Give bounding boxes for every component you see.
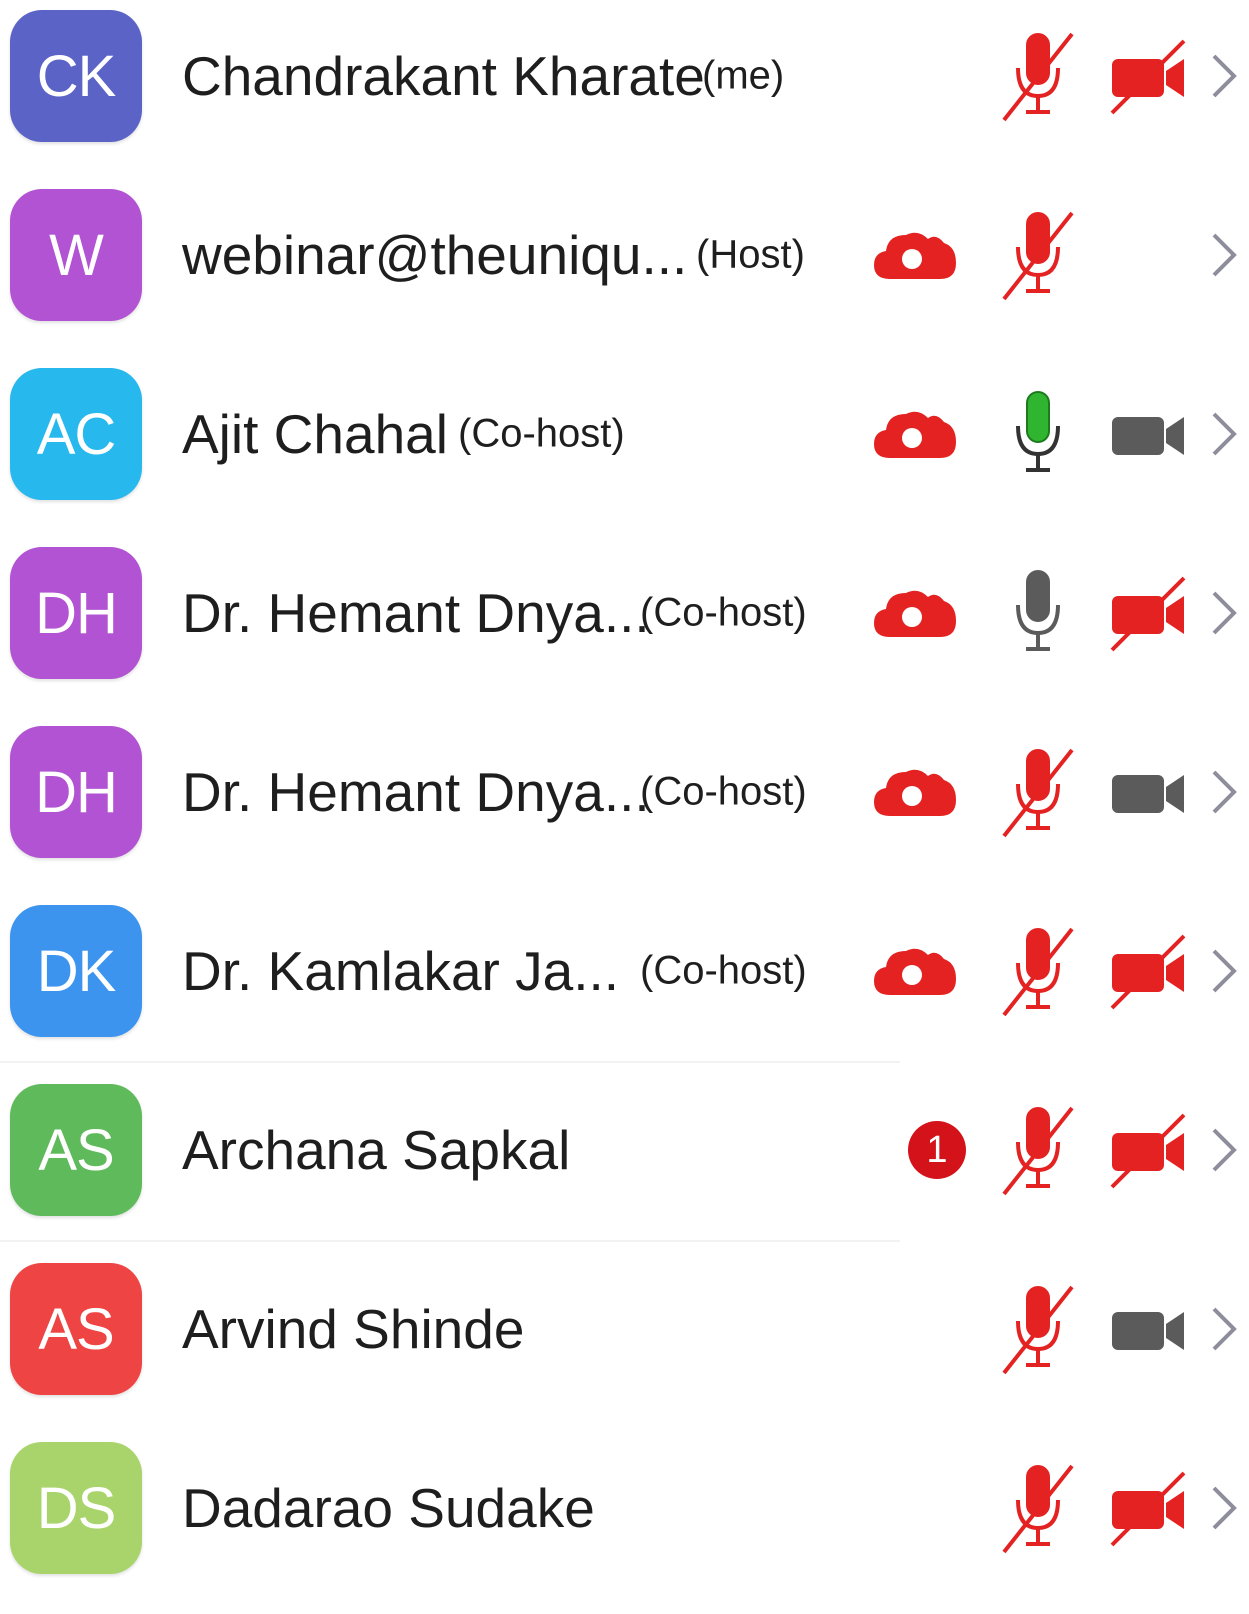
avatar: AS xyxy=(10,1263,142,1395)
cloud-recording-icon xyxy=(870,404,960,464)
chevron-right-icon[interactable] xyxy=(1210,52,1238,100)
participant-row[interactable]: Wwebinar@theuniqu... (Host) xyxy=(0,163,1249,347)
participants-list: CK Chandrakant Kharate (me) Wwebinar@theuni… xyxy=(0,0,1249,1614)
participant-name: Dr. Hemant Dnya... xyxy=(182,582,650,644)
participant-name: webinar@theuniqu... xyxy=(182,224,688,286)
video-off-icon[interactable] xyxy=(1108,1111,1190,1189)
participant-name: Dadarao Sudake xyxy=(182,1477,595,1539)
video-off-icon[interactable] xyxy=(1108,932,1190,1010)
participant-name: Chandrakant Kharate xyxy=(182,45,705,107)
avatar: DK xyxy=(10,905,142,1037)
mic-muted-icon[interactable] xyxy=(1000,1462,1076,1554)
participant-row[interactable]: DH Dr. Hemant Dnya... (Co-host) xyxy=(0,700,1249,884)
avatar: AS xyxy=(10,1084,142,1216)
video-off-icon[interactable] xyxy=(1108,37,1190,115)
chevron-right-icon[interactable] xyxy=(1210,1305,1238,1353)
video-icon[interactable] xyxy=(1108,1290,1190,1368)
video-icon[interactable] xyxy=(1108,395,1190,473)
chevron-right-icon[interactable] xyxy=(1210,768,1238,816)
video-icon[interactable] xyxy=(1108,753,1190,831)
mic-muted-icon[interactable] xyxy=(1000,746,1076,838)
avatar: W xyxy=(10,189,142,321)
avatar: DH xyxy=(10,726,142,858)
participant-row[interactable]: AC Ajit Chahal (Co-host) xyxy=(0,342,1249,526)
cloud-recording-icon xyxy=(870,941,960,1001)
avatar: DS xyxy=(10,1442,142,1574)
mic-active-icon[interactable] xyxy=(1000,388,1076,480)
cloud-recording-icon xyxy=(870,583,960,643)
chevron-right-icon[interactable] xyxy=(1210,947,1238,995)
participant-row[interactable]: CK Chandrakant Kharate (me) xyxy=(0,0,1249,168)
mic-icon[interactable] xyxy=(1000,567,1076,659)
avatar: AC xyxy=(10,368,142,500)
chevron-right-icon[interactable] xyxy=(1210,410,1238,458)
participant-row[interactable]: DS Dadarao Sudake xyxy=(0,1416,1249,1600)
avatar: CK xyxy=(10,10,142,142)
cloud-recording-icon xyxy=(870,762,960,822)
participant-name: Ajit Chahal xyxy=(182,403,448,465)
participant-row[interactable]: AS Arvind Shinde xyxy=(0,1237,1249,1421)
mic-muted-icon[interactable] xyxy=(1000,30,1076,122)
video-off-icon[interactable] xyxy=(1108,1469,1190,1547)
mic-muted-icon[interactable] xyxy=(1000,925,1076,1017)
participant-row[interactable]: DK Dr. Kamlakar Ja... (Co-host) xyxy=(0,879,1249,1063)
participant-role: (Co-host) xyxy=(640,948,807,993)
mic-muted-icon[interactable] xyxy=(1000,1283,1076,1375)
participant-row[interactable]: AS Archana Sapkal 1 xyxy=(0,1058,1249,1242)
participant-role: (me) xyxy=(702,53,785,98)
mic-muted-icon[interactable] xyxy=(1000,209,1076,301)
chevron-right-icon[interactable] xyxy=(1210,589,1238,637)
chevron-right-icon[interactable] xyxy=(1210,231,1238,279)
unread-badge: 1 xyxy=(908,1121,966,1179)
participant-name: Arvind Shinde xyxy=(182,1298,525,1360)
participant-role: (Co-host) xyxy=(640,590,807,635)
participant-name: Dr. Kamlakar Ja... xyxy=(182,940,620,1002)
participant-role: (Co-host) xyxy=(458,411,625,456)
mic-muted-icon[interactable] xyxy=(1000,1104,1076,1196)
participant-row[interactable]: DH Dr. Hemant Dnya... (Co-host) xyxy=(0,521,1249,705)
participant-role: (Co-host) xyxy=(640,769,807,814)
participant-name: Archana Sapkal xyxy=(182,1119,571,1181)
participant-role: (Host) xyxy=(696,232,805,277)
video-off-icon[interactable] xyxy=(1108,574,1190,652)
cloud-recording-icon xyxy=(870,225,960,285)
avatar: DH xyxy=(10,547,142,679)
chevron-right-icon[interactable] xyxy=(1210,1484,1238,1532)
chevron-right-icon[interactable] xyxy=(1210,1126,1238,1174)
participant-name: Dr. Hemant Dnya... xyxy=(182,761,650,823)
